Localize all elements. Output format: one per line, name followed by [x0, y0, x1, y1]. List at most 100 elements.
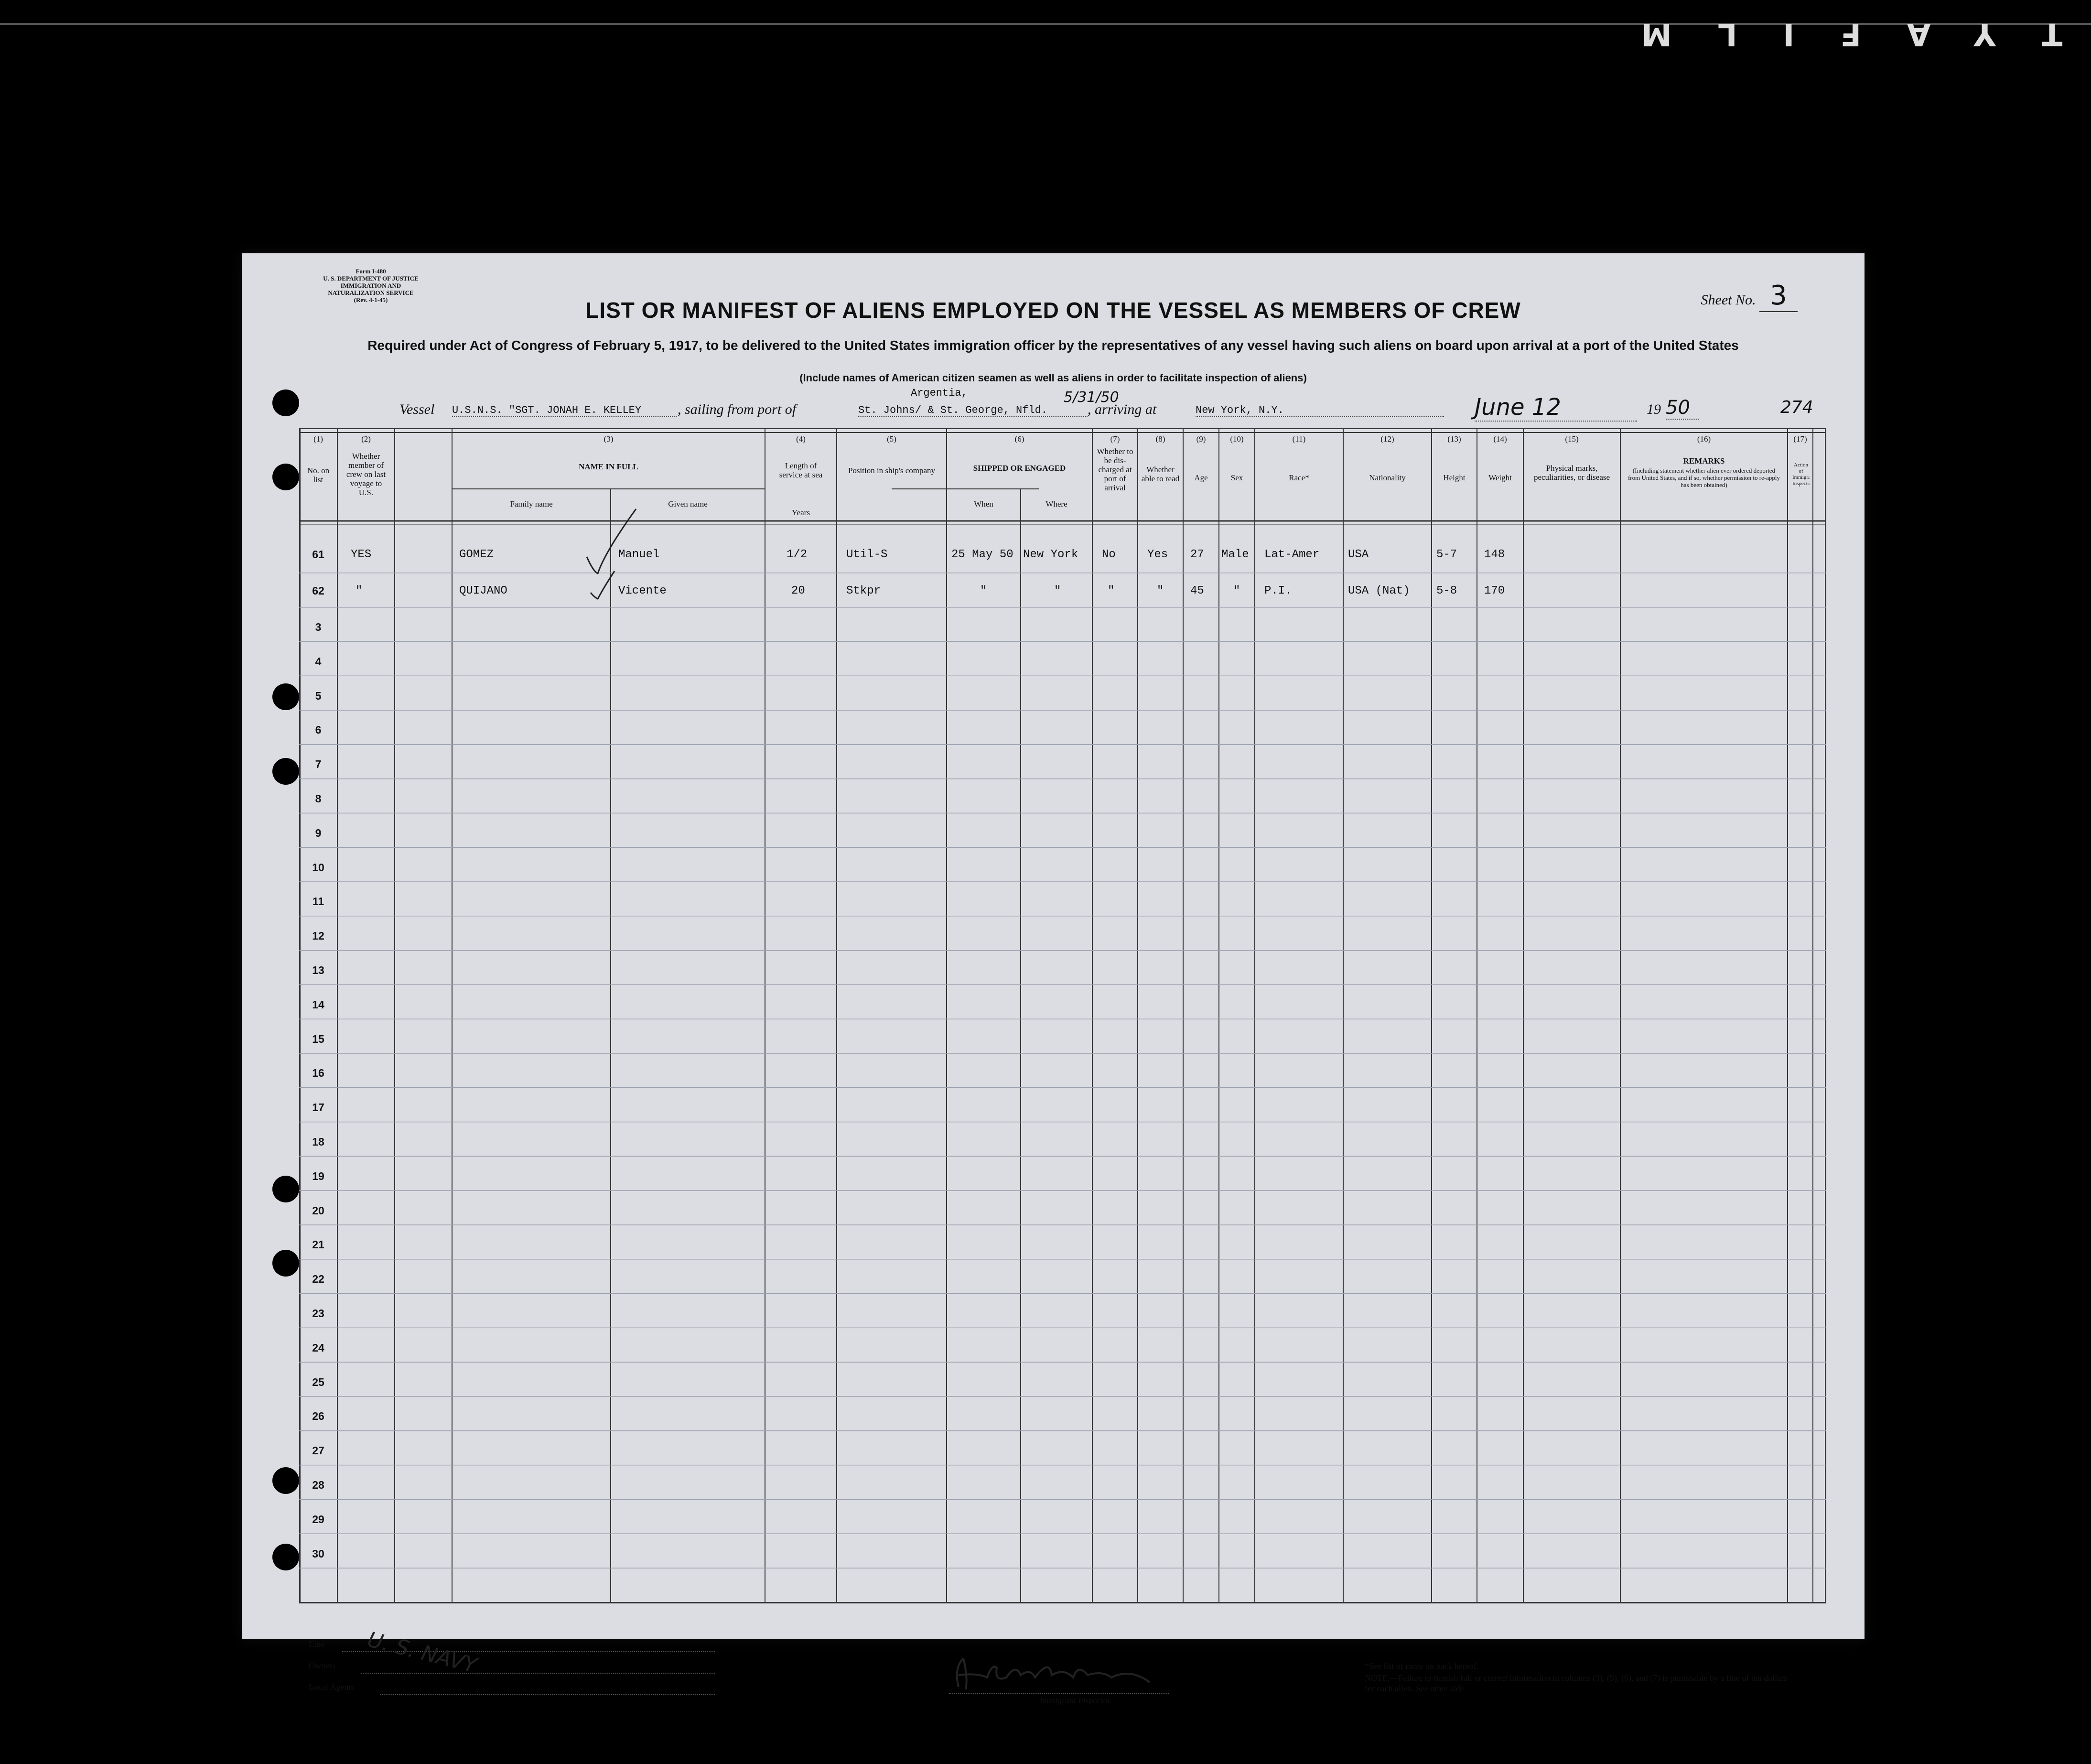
- row-number: 3: [315, 621, 322, 633]
- col-8-header: Whether able to read: [1141, 465, 1180, 483]
- row-number: 62: [312, 584, 324, 597]
- nationality-cell: USA: [1348, 548, 1369, 561]
- port-from-extra: Argentia,: [911, 387, 968, 399]
- weight-cell: 170: [1484, 584, 1505, 597]
- col-5-header: Position in ship's company: [848, 466, 936, 475]
- row-number: 6: [315, 724, 322, 736]
- race-cell: P.I.: [1264, 584, 1292, 597]
- col-11-header: Race*: [1289, 473, 1309, 482]
- row-number: 27: [312, 1444, 324, 1457]
- row-number: 10: [312, 861, 324, 874]
- col-12-header: Nationality: [1369, 473, 1406, 482]
- col-15-header: Physical marks, peculiarities, or diseas…: [1533, 464, 1610, 482]
- col-16-number: (16): [1697, 434, 1711, 444]
- col-4-unit: Years: [792, 508, 810, 517]
- vessel-name: U.S.N.S. "SGT. JONAH E. KELLEY: [452, 404, 677, 417]
- family-name-header: Family name: [510, 499, 553, 509]
- sex-cell: Male: [1221, 548, 1249, 561]
- row-number: 23: [312, 1307, 324, 1320]
- row-number: 21: [312, 1238, 324, 1251]
- film-edge-text: TYAFILM: [1595, 16, 2062, 52]
- crew-table: (1) No. on list (2) Whether member of cr…: [299, 428, 1826, 1603]
- punch-hole: [272, 683, 299, 710]
- form-note: (Include names of American citizen seame…: [799, 372, 1307, 384]
- col-7-header: Whether to be dis-charged at port of arr…: [1097, 447, 1133, 492]
- punch-hole: [272, 1176, 299, 1202]
- col-14-header: Weight: [1488, 473, 1512, 482]
- col-9-header: Age: [1194, 473, 1208, 482]
- page-number: 274: [1780, 398, 1813, 417]
- given-name-header: Given name: [668, 499, 708, 509]
- row-number: 30: [312, 1547, 324, 1560]
- shipped-when-cell: 25 May 50: [951, 548, 1013, 561]
- given-name-cell: Vicente: [618, 584, 667, 597]
- where-header: Where: [1046, 499, 1067, 509]
- row-number: 17: [312, 1101, 324, 1114]
- row-number: 29: [312, 1513, 324, 1526]
- inspector-signature-icon: [956, 1657, 1151, 1690]
- row-number: 22: [312, 1273, 324, 1286]
- able-to-read-cell: Yes: [1147, 548, 1168, 561]
- local-agents-field: [380, 1694, 715, 1695]
- row-number: 16: [312, 1067, 324, 1080]
- row-number: 15: [312, 1032, 324, 1045]
- row-rule-lines: [299, 573, 1826, 1569]
- race-footnote: *See list of races on back hereof.: [1365, 1661, 1479, 1671]
- col-17-header: Action of Immigrant Inspector: [1792, 462, 1810, 487]
- able-to-read-cell: ": [1157, 584, 1164, 597]
- col-6-header: SHIPPED OR ENGAGED: [973, 464, 1066, 473]
- row-number: 61: [312, 548, 324, 561]
- last-voyage-cell: ": [356, 584, 363, 597]
- punch-hole: [272, 464, 299, 490]
- sex-cell: ": [1233, 584, 1240, 597]
- line-label: Line: [309, 1639, 324, 1649]
- col-9-number: (9): [1196, 434, 1206, 444]
- col-11-number: (11): [1292, 434, 1306, 444]
- discharged-cell: No: [1102, 548, 1116, 561]
- row-number: 24: [312, 1341, 324, 1354]
- row-number: 19: [312, 1169, 324, 1182]
- department-name: U. S. DEPARTMENT OF JUSTICE: [323, 275, 419, 282]
- year-prefix: 19: [1647, 401, 1661, 417]
- inspector-label: Immigrant Inspector.: [1040, 1696, 1112, 1705]
- height-cell: 5-7: [1436, 548, 1457, 561]
- punch-hole: [272, 1250, 299, 1277]
- owners-field: [361, 1673, 715, 1674]
- row-number: 28: [312, 1479, 324, 1491]
- shipped-when-cell: ": [980, 584, 987, 597]
- race-cell: Lat-Amer: [1264, 548, 1320, 561]
- nationality-cell: USA (Nat): [1348, 584, 1410, 597]
- row-number: 14: [312, 998, 324, 1011]
- local-agents-label: Local Agents: [309, 1682, 355, 1692]
- family-name-cell: GOMEZ: [459, 548, 494, 561]
- year-suffix: 50: [1666, 397, 1699, 420]
- row-number: 4: [315, 655, 322, 668]
- col-3-header: NAME IN FULL: [579, 462, 638, 471]
- col-7-number: (7): [1110, 434, 1120, 444]
- row-number: 7: [315, 758, 322, 771]
- row-number: 9: [315, 826, 322, 839]
- penalty-footnote: NOTE.—Failure to furnish full or correct…: [1365, 1673, 1788, 1693]
- punch-hole: [272, 758, 299, 785]
- row-number: 25: [312, 1375, 324, 1388]
- col-4-number: (4): [796, 434, 806, 444]
- when-header: When: [974, 499, 993, 509]
- col-13-number: (13): [1447, 434, 1461, 444]
- port-from: St. Johns/ & St. George, Nfld.: [858, 404, 1088, 417]
- position-cell: Stkpr: [846, 584, 881, 597]
- row-number: 18: [312, 1136, 324, 1148]
- given-name-cell: Manuel: [618, 548, 660, 561]
- owners-label: Owners: [309, 1661, 335, 1670]
- col-2-header: Whether member of crew on last voyage to…: [346, 452, 386, 497]
- row-number: 8: [315, 792, 322, 805]
- service-length-cell: 20: [791, 584, 805, 597]
- shipped-where-cell: New York: [1023, 548, 1078, 561]
- vessel-label: Vessel: [399, 401, 435, 417]
- form-number: Form I-480: [356, 268, 386, 275]
- col-6-number: (6): [1014, 434, 1024, 444]
- shipped-where-cell: ": [1054, 584, 1061, 597]
- sailing-label: , sailing from port of: [678, 401, 797, 417]
- last-voyage-cell: YES: [351, 548, 372, 561]
- port-to: New York, N.Y.: [1196, 404, 1444, 417]
- col-5-number: (5): [887, 434, 896, 444]
